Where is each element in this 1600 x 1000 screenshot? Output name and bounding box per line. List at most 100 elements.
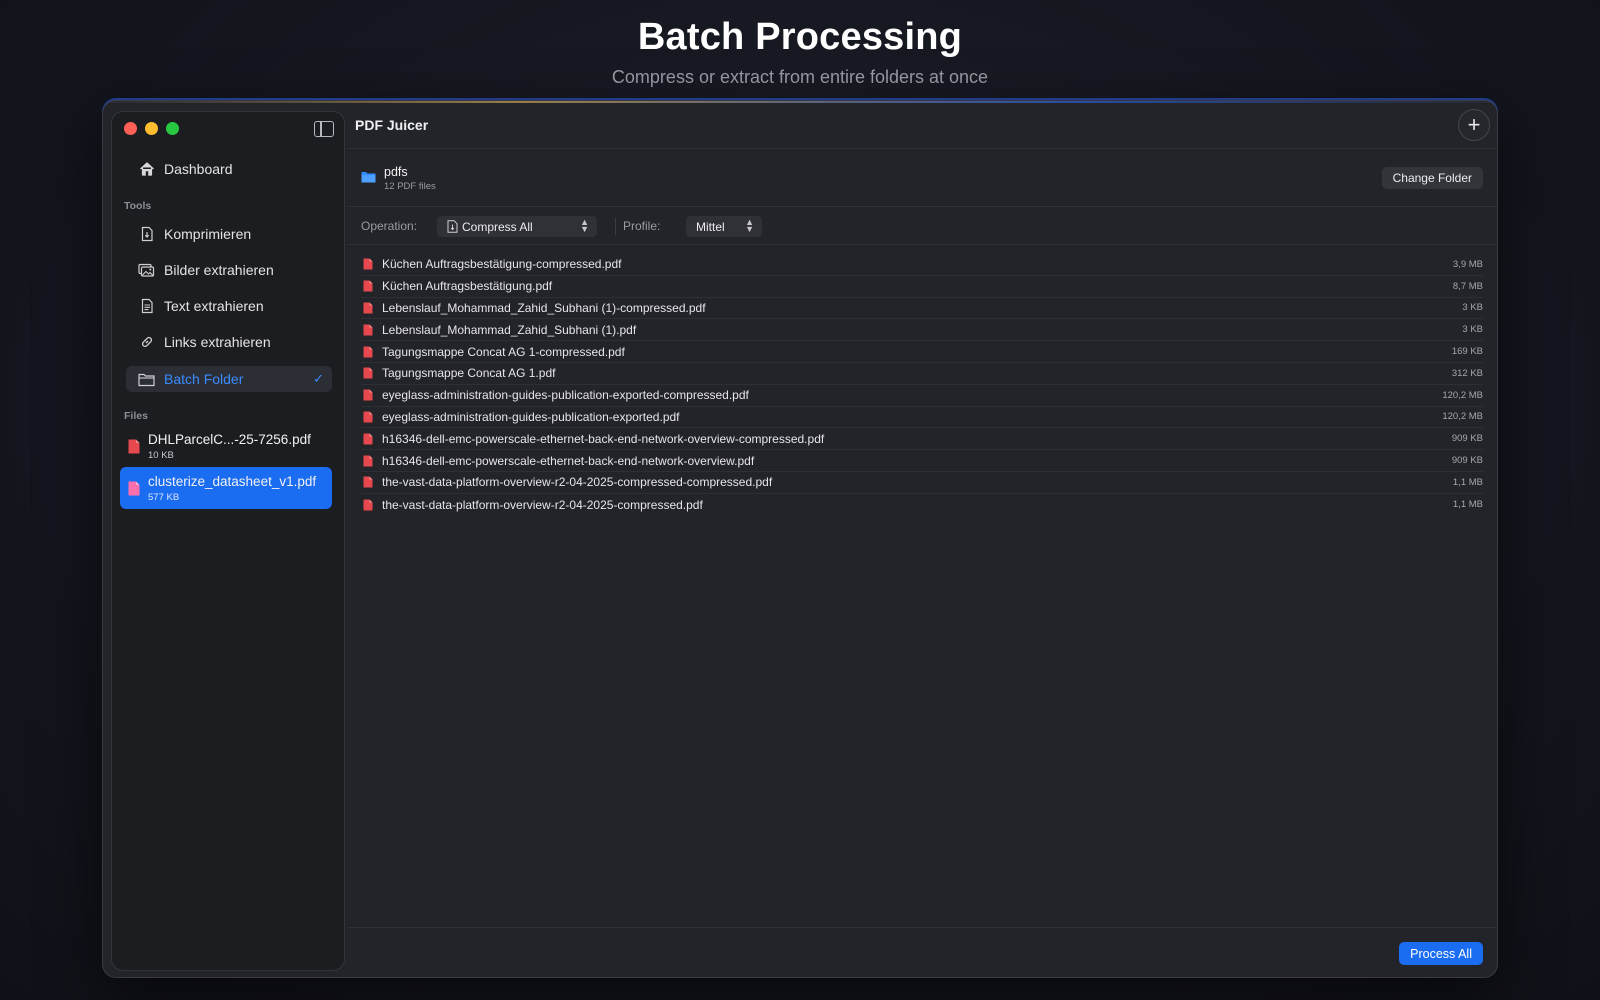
file-row[interactable]: Lebenslauf_Mohammad_Zahid_Subhani (1)-co… [361,298,1483,320]
operation-bar: Operation: Compress All ▲ ▼ Profile: Mitt… [347,207,1497,245]
profile-value: Mittel [696,219,725,234]
file-size: 3,9 MB [1452,258,1483,270]
images-icon [138,262,155,279]
pdf-file-icon [363,476,373,488]
file-row[interactable]: the-vast-data-platform-overview-r2-04-20… [361,472,1483,494]
file-size: 1,1 MB [1452,499,1483,511]
sidebar-file-item-selected[interactable]: clusterize_datasheet_v1.pdf 577 KB [120,467,332,509]
file-row[interactable]: Küchen Auftragsbestätigung.pdf 8,7 MB [361,276,1483,298]
pdf-file-icon [363,389,373,401]
file-name: Lebenslauf_Mohammad_Zahid_Subhani (1).pd… [382,322,637,337]
pdf-file-icon [363,258,373,270]
sidebar-item-label: Komprimieren [164,226,252,242]
sidebar-toggle-icon[interactable] [314,121,334,137]
sidebar-item-text-extrahieren[interactable]: Text extrahieren [126,293,332,319]
files-section-label: Files [124,410,148,422]
file-row[interactable]: Lebenslauf_Mohammad_Zahid_Subhani (1).pd… [361,319,1483,342]
file-name: Küchen Auftragsbestätigung.pdf [382,279,553,294]
pdf-file-icon [363,302,373,314]
file-name: Küchen Auftragsbestätigung-compressed.pd… [382,257,622,272]
plus-icon: + [1467,112,1481,137]
file-list: Küchen Auftragsbestätigung-compressed.pd… [361,254,1483,516]
home-icon [138,161,155,178]
pdf-file-icon [363,499,373,511]
pdf-file-icon [363,324,373,336]
file-row[interactable]: eyeglass-administration-guides-publicati… [361,407,1483,429]
window-controls [124,122,179,135]
pdf-file-icon [363,367,373,379]
app-title: PDF Juicer [355,117,429,133]
file-name: eyeglass-administration-guides-publicati… [382,388,749,403]
close-window-button[interactable] [124,122,137,135]
pdf-file-icon [128,439,140,453]
file-row[interactable]: eyeglass-administration-guides-publicati… [361,385,1483,407]
chevron-updown-icon: ▲ ▼ [745,217,754,234]
pdf-file-icon [363,433,373,445]
process-all-button[interactable]: Process All [1399,942,1483,965]
folder-header: pdfs 12 PDF files Change Folder [347,149,1497,207]
pdf-file-icon [363,280,373,292]
file-size: 909 KB [1451,455,1483,467]
sidebar-item-links-extrahieren[interactable]: Links extrahieren [126,329,332,355]
sidebar-item-label: Bilder extrahieren [164,262,274,278]
profile-select[interactable]: Mittel ▲ ▼ [686,216,762,237]
file-row[interactable]: Küchen Auftragsbestätigung-compressed.pd… [361,254,1483,276]
minimize-window-button[interactable] [145,122,158,135]
pdf-file-icon [363,411,373,423]
divider [615,218,616,235]
zoom-window-button[interactable] [166,122,179,135]
pdf-file-icon [363,455,373,467]
sidebar-item-komprimieren[interactable]: Komprimieren [126,221,332,247]
file-size: 577 KB [148,491,180,503]
folder-icon [138,371,155,388]
text-doc-icon [138,298,155,315]
add-button[interactable]: + [1458,109,1490,141]
chevron-updown-icon: ▲ ▼ [580,217,589,234]
app-window: Dashboard Tools Komprimieren Bilder extr… [102,100,1498,978]
checkmark-icon: ✓ [313,371,324,386]
sidebar-item-label: Links extrahieren [164,334,271,350]
file-row[interactable]: h16346-dell-emc-powerscale-ethernet-back… [361,450,1483,472]
file-size: 909 KB [1451,433,1483,445]
file-name: DHLParcelC...-25-7256.pdf [148,431,311,447]
file-name: eyeglass-administration-guides-publicati… [382,409,680,424]
file-row[interactable]: h16346-dell-emc-powerscale-ethernet-back… [361,428,1483,451]
hero: Batch Processing Compress or extract fro… [0,16,1600,88]
compress-doc-icon [138,226,155,243]
sidebar-item-bilder-extrahieren[interactable]: Bilder extrahieren [126,257,332,283]
file-row[interactable]: the-vast-data-platform-overview-r2-04-20… [361,494,1483,516]
file-size: 3 KB [1462,324,1483,336]
file-row[interactable]: Tagungsmappe Concat AG 1.pdf 312 KB [361,363,1483,385]
file-size: 3 KB [1462,302,1483,314]
hero-title: Batch Processing [637,16,963,58]
sidebar: Dashboard Tools Komprimieren Bilder extr… [111,111,345,971]
footer: Process All [347,927,1497,977]
file-size: 10 KB [148,449,174,461]
file-size: 8,7 MB [1452,280,1483,292]
operation-value: Compress All [462,219,533,234]
file-size: 120,2 MB [1442,411,1483,423]
sidebar-file-item[interactable]: DHLParcelC...-25-7256.pdf 10 KB [120,425,332,467]
file-name: the-vast-data-platform-overview-r2-04-20… [382,497,703,512]
folder-icon [361,172,376,183]
folder-file-count: 12 PDF files [384,181,436,192]
document-icon [447,220,458,233]
sidebar-item-dashboard[interactable]: Dashboard [126,156,332,182]
tools-section-label: Tools [124,200,152,212]
file-size: 1,1 MB [1452,476,1483,488]
hero-subtitle: Compress or extract from entire folders … [611,67,989,87]
pdf-file-icon [363,346,373,358]
operation-select[interactable]: Compress All ▲ ▼ [437,216,597,237]
change-folder-button[interactable]: Change Folder [1381,167,1483,189]
file-name: Lebenslauf_Mohammad_Zahid_Subhani (1)-co… [382,300,706,315]
sidebar-item-batch-folder[interactable]: Batch Folder ✓ [126,366,332,392]
file-row[interactable]: Tagungsmappe Concat AG 1-compressed.pdf 1… [361,341,1483,363]
sidebar-item-label: Batch Folder [164,371,244,387]
file-size: 312 KB [1451,367,1483,379]
pdf-file-icon [128,481,140,495]
file-size: 120,2 MB [1442,389,1483,401]
file-name: Tagungsmappe Concat AG 1.pdf [382,366,556,381]
file-name: the-vast-data-platform-overview-r2-04-20… [382,475,773,490]
main-panel: PDF Juicer + pdfs 12 PDF files Change Fo… [347,101,1497,977]
file-name: h16346-dell-emc-powerscale-ethernet-back… [382,453,755,468]
